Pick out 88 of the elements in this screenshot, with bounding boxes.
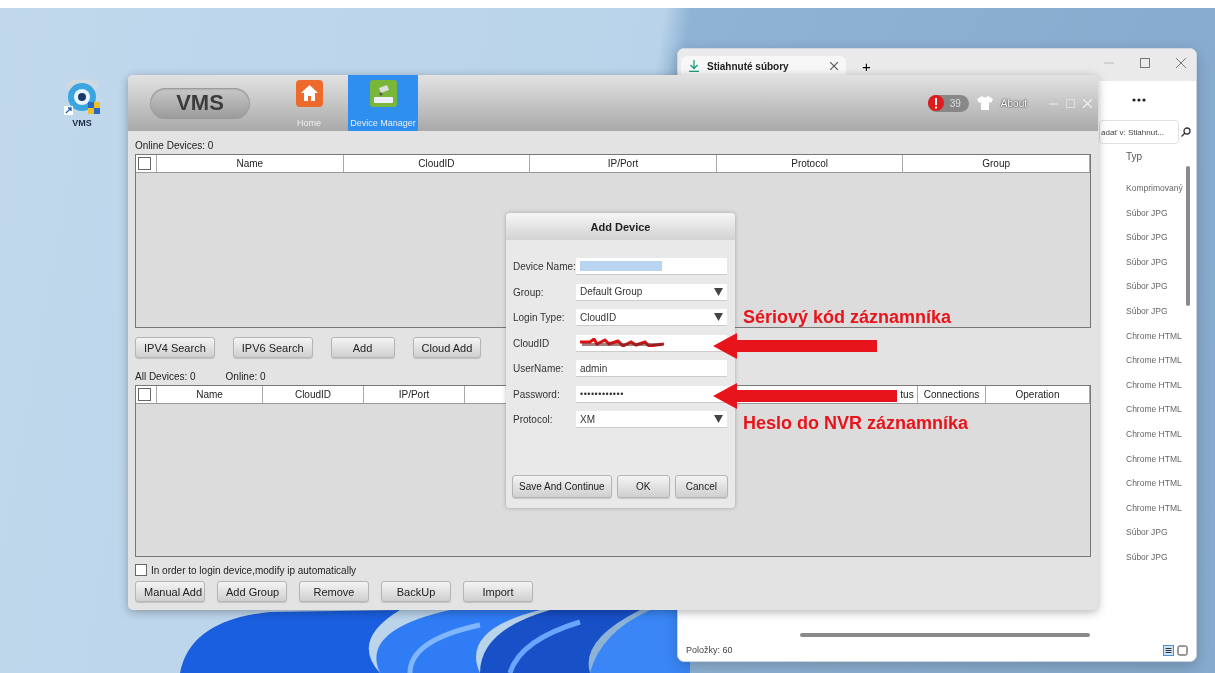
column-header[interactable]: Group — [903, 155, 1090, 172]
search-field[interactable]: adať v: Stiahnut... — [1099, 120, 1179, 144]
tab-title: Stiahnuté súbory — [707, 60, 790, 72]
device-count: All Devices: 0 — [135, 371, 196, 382]
checkbox-label: In order to login device,modify ip automatically — [151, 564, 357, 576]
input-field[interactable] — [576, 334, 727, 352]
item-count: Položky: 60 — [686, 645, 733, 655]
file-type: Súbor JPG — [1126, 232, 1169, 245]
file-type: Chrome HTML — [1126, 355, 1183, 368]
button[interactable]: Manual Add — [135, 581, 205, 602]
dialog-title: Add Device — [506, 213, 735, 240]
file-type: Súbor JPG — [1126, 256, 1169, 269]
device-manager-icon — [369, 80, 397, 107]
column-header[interactable]: CloudID — [263, 386, 364, 403]
close-icon[interactable] — [830, 62, 838, 70]
details-view-icon[interactable] — [1163, 644, 1174, 656]
device-count: Online Devices: 0 — [135, 140, 214, 151]
button[interactable]: OK — [616, 475, 670, 498]
caret-icon — [714, 287, 723, 296]
close-icon[interactable] — [1176, 58, 1186, 68]
download-icon — [689, 60, 699, 72]
file-type: Chrome HTML — [1126, 404, 1183, 417]
house-icon — [295, 80, 323, 107]
browser-tab[interactable]: Stiahnuté súbory — [681, 56, 846, 76]
more-icon[interactable] — [1132, 98, 1146, 102]
camera-icon — [64, 78, 100, 116]
file-type: Súbor JPG — [1126, 527, 1169, 540]
annotation-text: Sériový kód záznamníka — [743, 307, 952, 328]
button[interactable]: Import — [463, 581, 533, 602]
alert-icon — [927, 95, 944, 111]
password-field[interactable]: •••••••••••• — [576, 385, 727, 403]
button[interactable]: Remove — [299, 581, 369, 602]
file-type: Chrome HTML — [1126, 478, 1183, 491]
field-label: Login Type: — [513, 312, 566, 323]
new-tab-button[interactable]: + — [858, 58, 875, 75]
file-type: Súbor JPG — [1126, 305, 1169, 318]
column-header[interactable]: IP/Port — [530, 155, 717, 172]
about-link[interactable]: About — [1000, 97, 1027, 109]
online-count: Online: 0 — [225, 371, 266, 382]
file-type: Súbor JPG — [1126, 281, 1169, 294]
desktop-shortcut[interactable]: VMS — [62, 78, 102, 128]
app-logo: VMS — [150, 87, 250, 119]
column-header[interactable]: Typ — [1126, 151, 1196, 183]
dropdown[interactable]: CloudID — [576, 309, 727, 326]
file-type: Komprimovaný — [1126, 183, 1184, 195]
file-type: Chrome HTML — [1126, 502, 1183, 515]
file-type: Súbor JPG — [1126, 207, 1169, 220]
maximize-icon[interactable] — [1140, 58, 1150, 68]
scrollbar[interactable] — [800, 633, 1090, 637]
checkbox[interactable] — [135, 564, 147, 576]
caret-icon — [714, 313, 723, 321]
field-label: CloudID — [513, 337, 551, 349]
file-type: Chrome HTML — [1126, 428, 1183, 441]
button[interactable]: Save And Continue — [512, 475, 612, 498]
button[interactable]: BackUp — [381, 581, 451, 602]
field-label: Group: — [513, 286, 545, 298]
dropdown[interactable]: Default Group — [576, 283, 727, 301]
field-label: Password: — [513, 388, 561, 400]
button[interactable]: Cancel — [674, 475, 728, 498]
column-header[interactable]: Protocol — [716, 155, 904, 172]
dropdown[interactable]: XM — [576, 411, 727, 428]
checkbox[interactable] — [138, 157, 151, 170]
input-field[interactable] — [576, 258, 727, 275]
file-type: Chrome HTML — [1126, 330, 1183, 343]
file-type: Chrome HTML — [1126, 453, 1183, 466]
file-type: Chrome HTML — [1126, 379, 1183, 392]
column-header[interactable]: Connections — [918, 386, 986, 403]
button[interactable]: Add — [330, 337, 395, 358]
button[interactable]: IPV6 Search — [232, 337, 313, 358]
column-header[interactable]: Operation — [986, 386, 1090, 403]
scrollbar[interactable] — [1186, 166, 1190, 306]
column-header[interactable]: Name — [157, 155, 344, 172]
column-header[interactable]: Name — [157, 386, 263, 403]
checkbox[interactable] — [138, 388, 151, 401]
search-icon[interactable] — [1181, 127, 1191, 137]
input-field[interactable]: admin — [576, 360, 727, 377]
button[interactable]: Add Group — [217, 581, 287, 602]
field-label: Protocol: — [513, 414, 554, 425]
column-header[interactable]: CloudID — [343, 155, 531, 172]
button[interactable]: IPV4 Search — [135, 337, 215, 358]
file-type: Súbor JPG — [1126, 551, 1169, 564]
annotation-text: Heslo do NVR záznamníka — [743, 413, 969, 434]
field-label: Device Name: — [513, 261, 576, 272]
button[interactable]: Cloud Add — [412, 337, 482, 358]
column-header[interactable]: IP/Port — [364, 386, 465, 403]
field-label: UserName: — [513, 363, 565, 374]
tiles-view-icon[interactable] — [1177, 644, 1188, 656]
caret-icon — [714, 415, 723, 423]
